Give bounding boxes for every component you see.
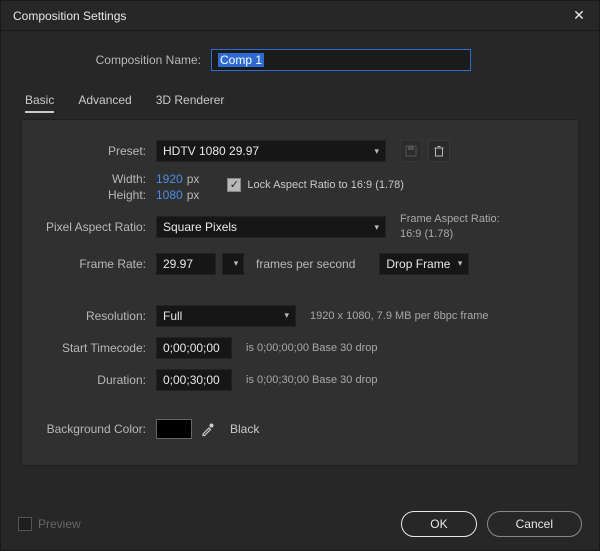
chevron-down-icon: ▾ — [458, 258, 463, 269]
duration-label: Duration: — [36, 373, 156, 387]
frame-aspect-ratio-label: Frame Aspect Ratio: 16:9 (1.78) — [400, 212, 500, 243]
window-title: Composition Settings — [13, 9, 126, 23]
tab-advanced[interactable]: Advanced — [78, 93, 131, 113]
chevron-down-icon: ▾ — [374, 146, 379, 157]
start-timecode-input[interactable]: 0;00;00;00 — [156, 337, 232, 359]
bgcolor-swatch[interactable] — [156, 419, 192, 439]
composition-name-label: Composition Name: — [21, 53, 211, 67]
ok-button[interactable]: OK — [401, 511, 476, 537]
check-icon: ✓ — [230, 180, 239, 191]
preview-option: Preview — [18, 517, 81, 531]
width-label: Width: — [36, 172, 156, 186]
dialog-content: Composition Name: Comp 1 Basic Advanced … — [1, 31, 599, 466]
composition-settings-dialog: Composition Settings ✕ Composition Name:… — [0, 0, 600, 551]
drop-frame-select[interactable]: Drop Frame ▾ — [379, 253, 469, 275]
pixel-aspect-label: Pixel Aspect Ratio: — [36, 220, 156, 234]
start-timecode-label: Start Timecode: — [36, 341, 156, 355]
cancel-button[interactable]: Cancel — [487, 511, 582, 537]
chevron-down-icon: ▾ — [234, 258, 239, 269]
eyedropper-icon[interactable] — [200, 421, 216, 437]
preview-label: Preview — [38, 517, 81, 531]
chevron-down-icon: ▾ — [374, 222, 379, 233]
tab-3d-renderer[interactable]: 3D Renderer — [156, 93, 225, 113]
height-input[interactable]: 1080 — [156, 188, 183, 202]
preset-label: Preset: — [36, 144, 156, 158]
width-input[interactable]: 1920 — [156, 172, 183, 186]
preview-checkbox — [18, 517, 32, 531]
bgcolor-label: Background Color: — [36, 422, 156, 436]
frame-rate-input[interactable]: 29.97 — [156, 253, 216, 275]
frame-rate-dropdown[interactable]: ▾ — [222, 253, 244, 275]
duration-input[interactable]: 0;00;30;00 — [156, 369, 232, 391]
preset-select[interactable]: HDTV 1080 29.97 ▾ — [156, 140, 386, 162]
tab-bar: Basic Advanced 3D Renderer — [21, 81, 579, 119]
composition-name-input[interactable]: Comp 1 — [211, 49, 471, 71]
trash-icon[interactable] — [428, 140, 450, 162]
bgcolor-name: Black — [230, 422, 259, 436]
chevron-down-icon: ▾ — [284, 310, 289, 321]
start-timecode-info: is 0;00;00;00 Base 30 drop — [246, 342, 377, 354]
resolution-select[interactable]: Full ▾ — [156, 305, 296, 327]
lock-aspect-checkbox[interactable]: ✓ — [227, 178, 241, 192]
height-label: Height: — [36, 188, 156, 202]
fps-label: frames per second — [256, 257, 355, 271]
pixel-aspect-select[interactable]: Square Pixels ▾ — [156, 216, 386, 238]
lock-aspect-label: Lock Aspect Ratio to 16:9 (1.78) — [247, 179, 404, 191]
resolution-info: 1920 x 1080, 7.9 MB per 8bpc frame — [310, 310, 489, 322]
resolution-label: Resolution: — [36, 309, 156, 323]
titlebar: Composition Settings ✕ — [1, 1, 599, 31]
duration-info: is 0;00;30;00 Base 30 drop — [246, 374, 377, 386]
close-icon[interactable]: ✕ — [569, 7, 589, 24]
tab-basic[interactable]: Basic — [25, 93, 54, 113]
dialog-footer: Preview OK Cancel — [0, 511, 600, 537]
frame-rate-label: Frame Rate: — [36, 257, 156, 271]
save-preset-icon — [400, 140, 422, 162]
basic-panel: Preset: HDTV 1080 29.97 ▾ Width: 1920 px… — [21, 119, 579, 466]
